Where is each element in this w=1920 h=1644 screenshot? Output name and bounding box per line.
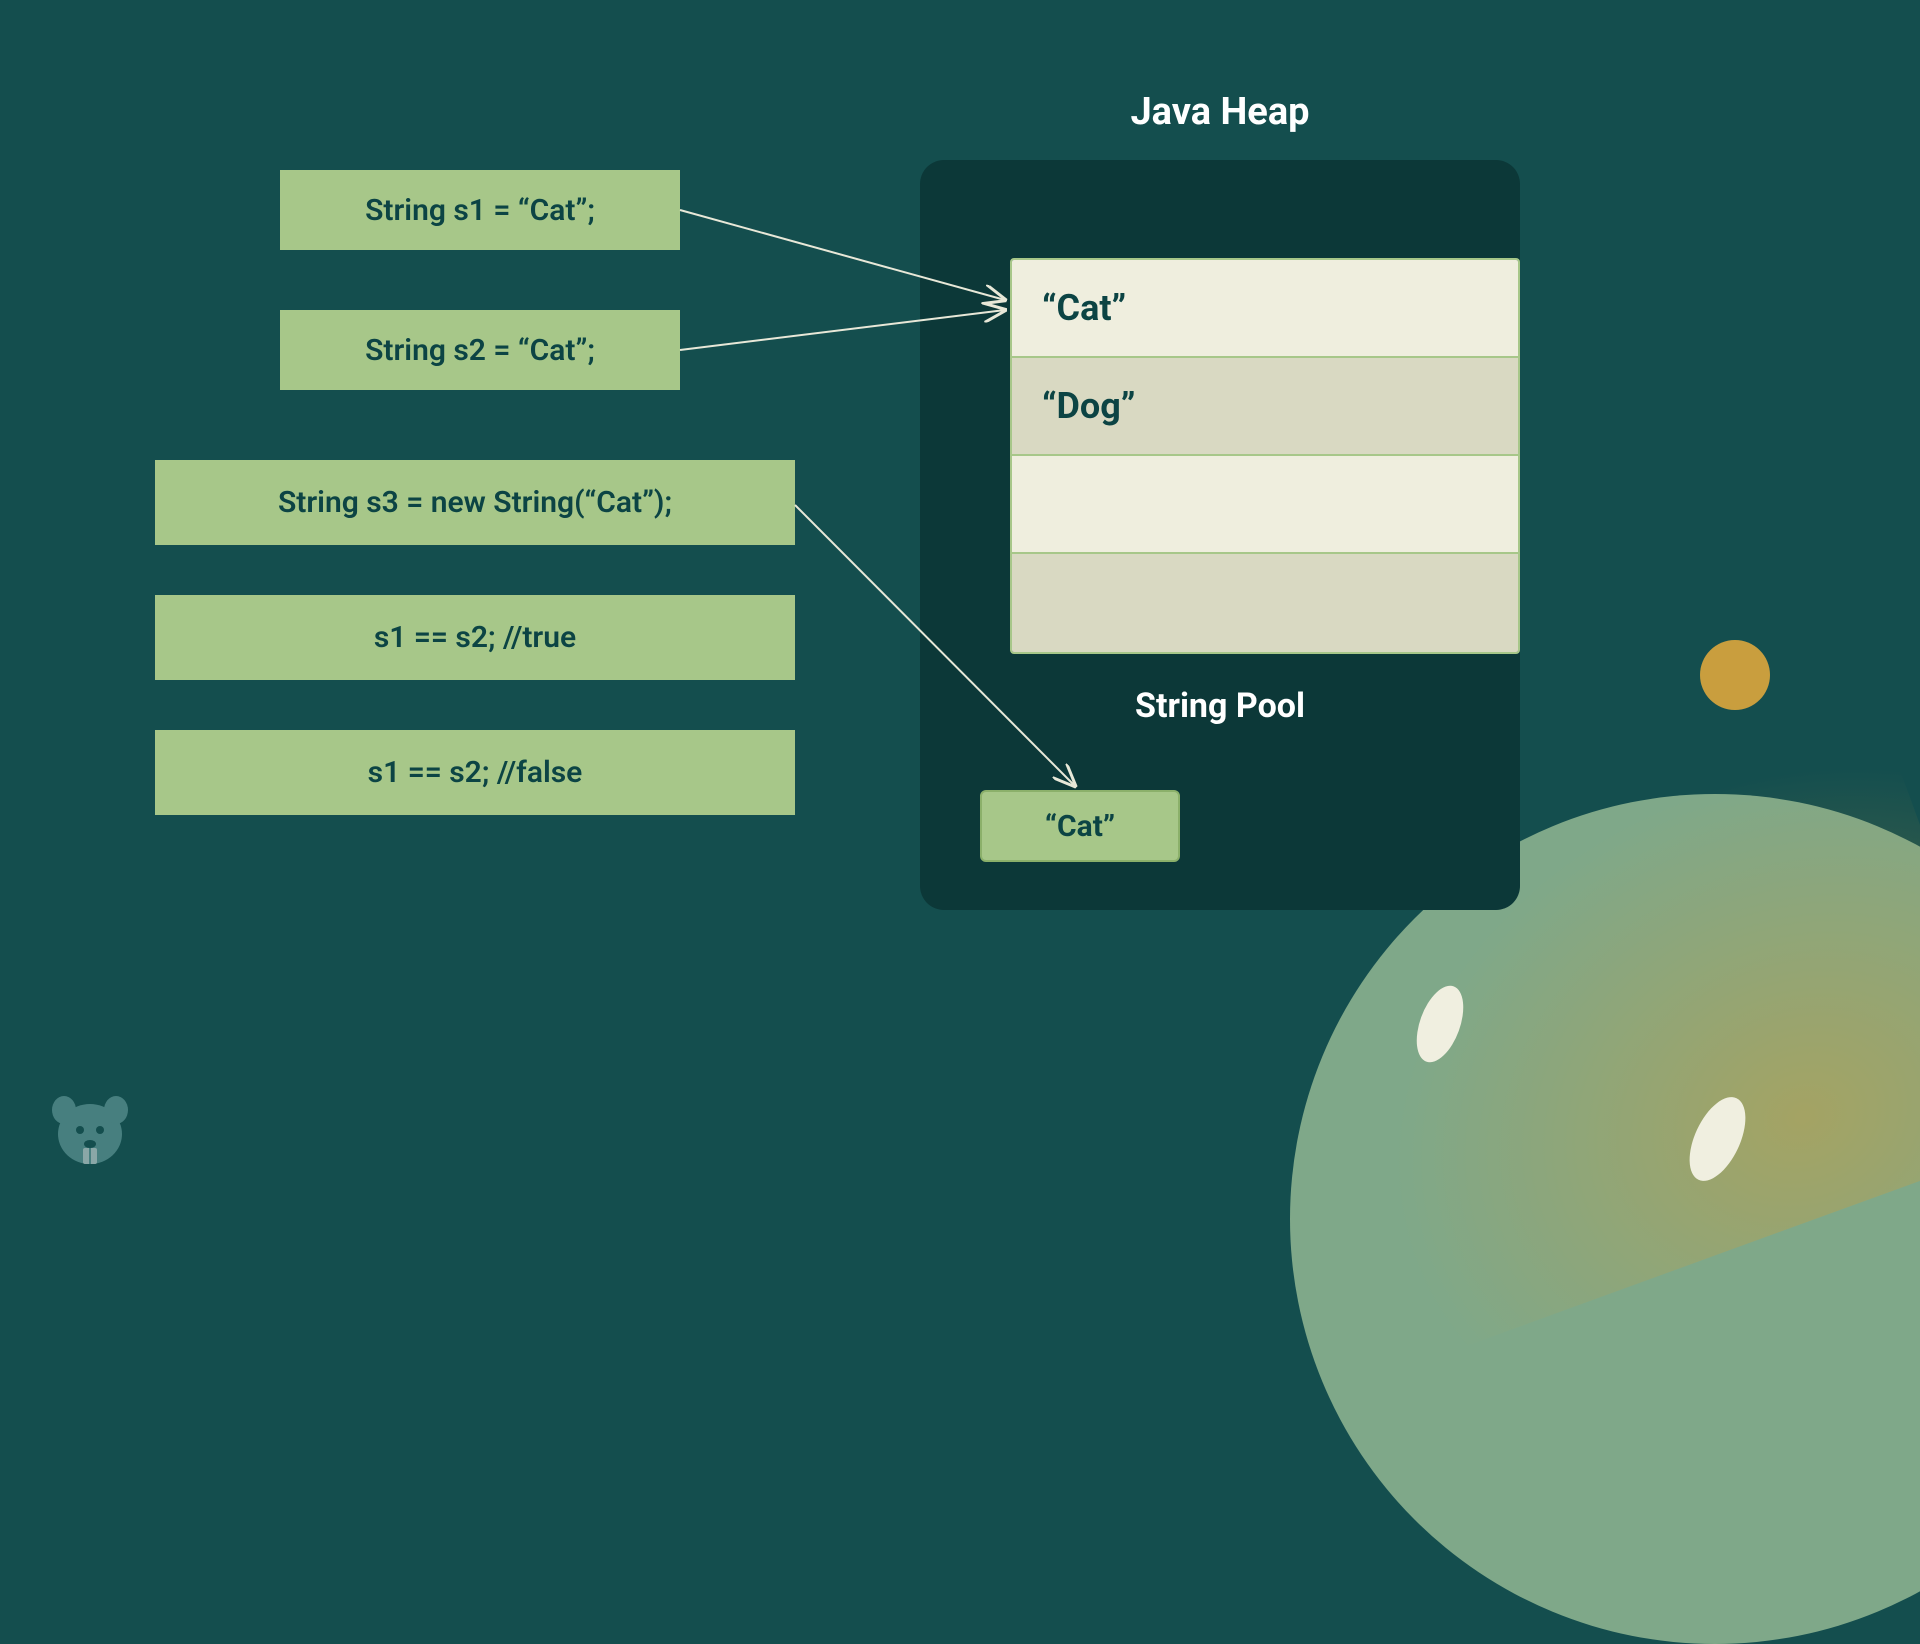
pool-entry: “Dog” — [1012, 358, 1518, 456]
string-pool-table: “Cat” “Dog” — [1010, 258, 1520, 654]
code-line-s2: String s2 = “Cat”; — [280, 310, 680, 390]
code-line-s3: String s3 = new String(“Cat”); — [155, 460, 795, 545]
pool-entry: “Cat” — [1012, 260, 1518, 358]
heap-title: Java Heap — [920, 90, 1520, 134]
code-line-cmp1: s1 == s2; //true — [155, 595, 795, 680]
code-line-s1: String s1 = “Cat”; — [280, 170, 680, 250]
pool-entry — [1012, 456, 1518, 554]
pool-entry — [1012, 554, 1518, 652]
string-pool-title: String Pool — [920, 686, 1520, 726]
heap-object: “Cat” — [980, 790, 1180, 862]
beaver-logo-icon — [40, 1084, 140, 1184]
moon-decoration — [1700, 640, 1770, 710]
code-line-cmp2: s1 == s2; //false — [155, 730, 795, 815]
